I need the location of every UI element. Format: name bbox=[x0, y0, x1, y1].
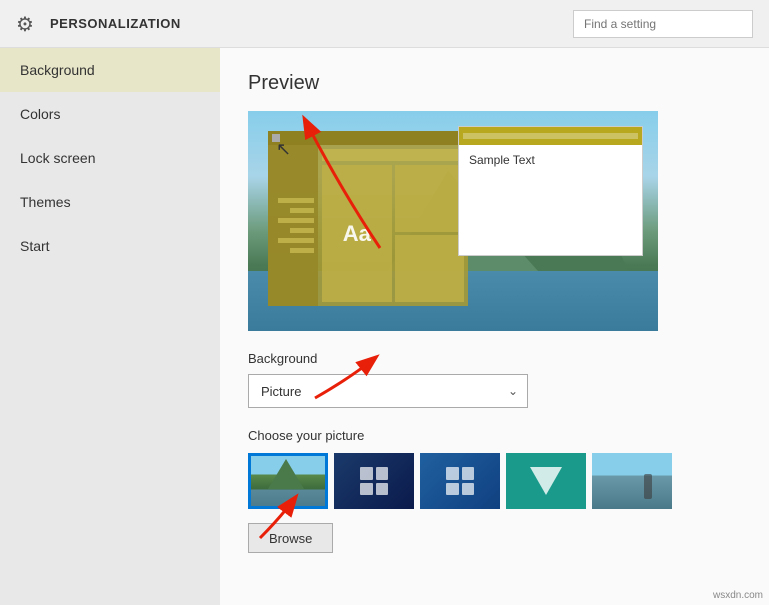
app-title: PERSONALIZATION bbox=[50, 16, 181, 31]
thumbnails-row bbox=[248, 453, 741, 509]
sample-title-bar-text bbox=[463, 133, 638, 139]
line-4 bbox=[290, 228, 314, 233]
content-area: Preview ↖ bbox=[220, 48, 769, 605]
preview-window-title-bar bbox=[268, 131, 468, 145]
windows-logo-mini-2 bbox=[446, 467, 474, 495]
thumbnail-5[interactable] bbox=[592, 453, 672, 509]
cursor-icon: ↖ bbox=[276, 139, 291, 160]
line-1 bbox=[278, 198, 314, 203]
preview-lines-panel bbox=[268, 145, 318, 306]
line-5 bbox=[278, 238, 314, 243]
background-dropdown-container[interactable]: Picture ⌄ bbox=[248, 374, 528, 408]
sidebar-item-start[interactable]: Start bbox=[0, 224, 220, 268]
preview-window-left: Aa bbox=[268, 131, 468, 306]
sample-title-bar bbox=[459, 127, 642, 145]
sidebar-item-background[interactable]: Background bbox=[0, 48, 220, 92]
preview-tile-3 bbox=[395, 235, 465, 302]
main-layout: Background Colors Lock screen Themes Sta… bbox=[0, 48, 769, 605]
settings-icon: ⚙ bbox=[16, 12, 40, 36]
thumbnail-1[interactable] bbox=[248, 453, 328, 509]
preview-right-panel: Aa bbox=[318, 145, 468, 306]
line-6 bbox=[290, 248, 314, 253]
line-2 bbox=[290, 208, 314, 213]
header: ⚙ PERSONALIZATION bbox=[0, 0, 769, 48]
preview-title: Preview bbox=[248, 72, 741, 95]
search-input[interactable] bbox=[573, 10, 753, 38]
preview-tile-2 bbox=[395, 165, 465, 232]
sample-text-label: Sample Text bbox=[469, 153, 535, 167]
sample-text-body: Sample Text bbox=[459, 145, 642, 255]
browse-button[interactable]: Browse bbox=[248, 523, 333, 553]
watermark: wsxdn.com bbox=[713, 590, 763, 601]
preview-tiles: Aa bbox=[322, 165, 464, 302]
sidebar-item-lock-screen[interactable]: Lock screen bbox=[0, 136, 220, 180]
sidebar-item-colors[interactable]: Colors bbox=[0, 92, 220, 136]
windows-logo-mini bbox=[360, 467, 388, 495]
background-section-label: Background bbox=[248, 351, 741, 366]
choose-picture-label: Choose your picture bbox=[248, 428, 741, 443]
preview-top-strip bbox=[322, 149, 464, 161]
sidebar: Background Colors Lock screen Themes Sta… bbox=[0, 48, 220, 605]
preview-box: ↖ bbox=[248, 111, 658, 331]
preview-window-body: Aa bbox=[268, 145, 468, 306]
preview-tile-aa: Aa bbox=[322, 165, 392, 302]
line-3 bbox=[278, 218, 314, 223]
triangle-icon bbox=[530, 467, 562, 495]
preview-sample-window: Sample Text bbox=[458, 126, 643, 256]
background-dropdown[interactable]: Picture bbox=[248, 374, 528, 408]
sidebar-item-themes[interactable]: Themes bbox=[0, 180, 220, 224]
thumbnail-2[interactable] bbox=[334, 453, 414, 509]
thumbnail-3[interactable] bbox=[420, 453, 500, 509]
thumbnail-4[interactable] bbox=[506, 453, 586, 509]
dropdown-value: Picture bbox=[261, 384, 301, 399]
